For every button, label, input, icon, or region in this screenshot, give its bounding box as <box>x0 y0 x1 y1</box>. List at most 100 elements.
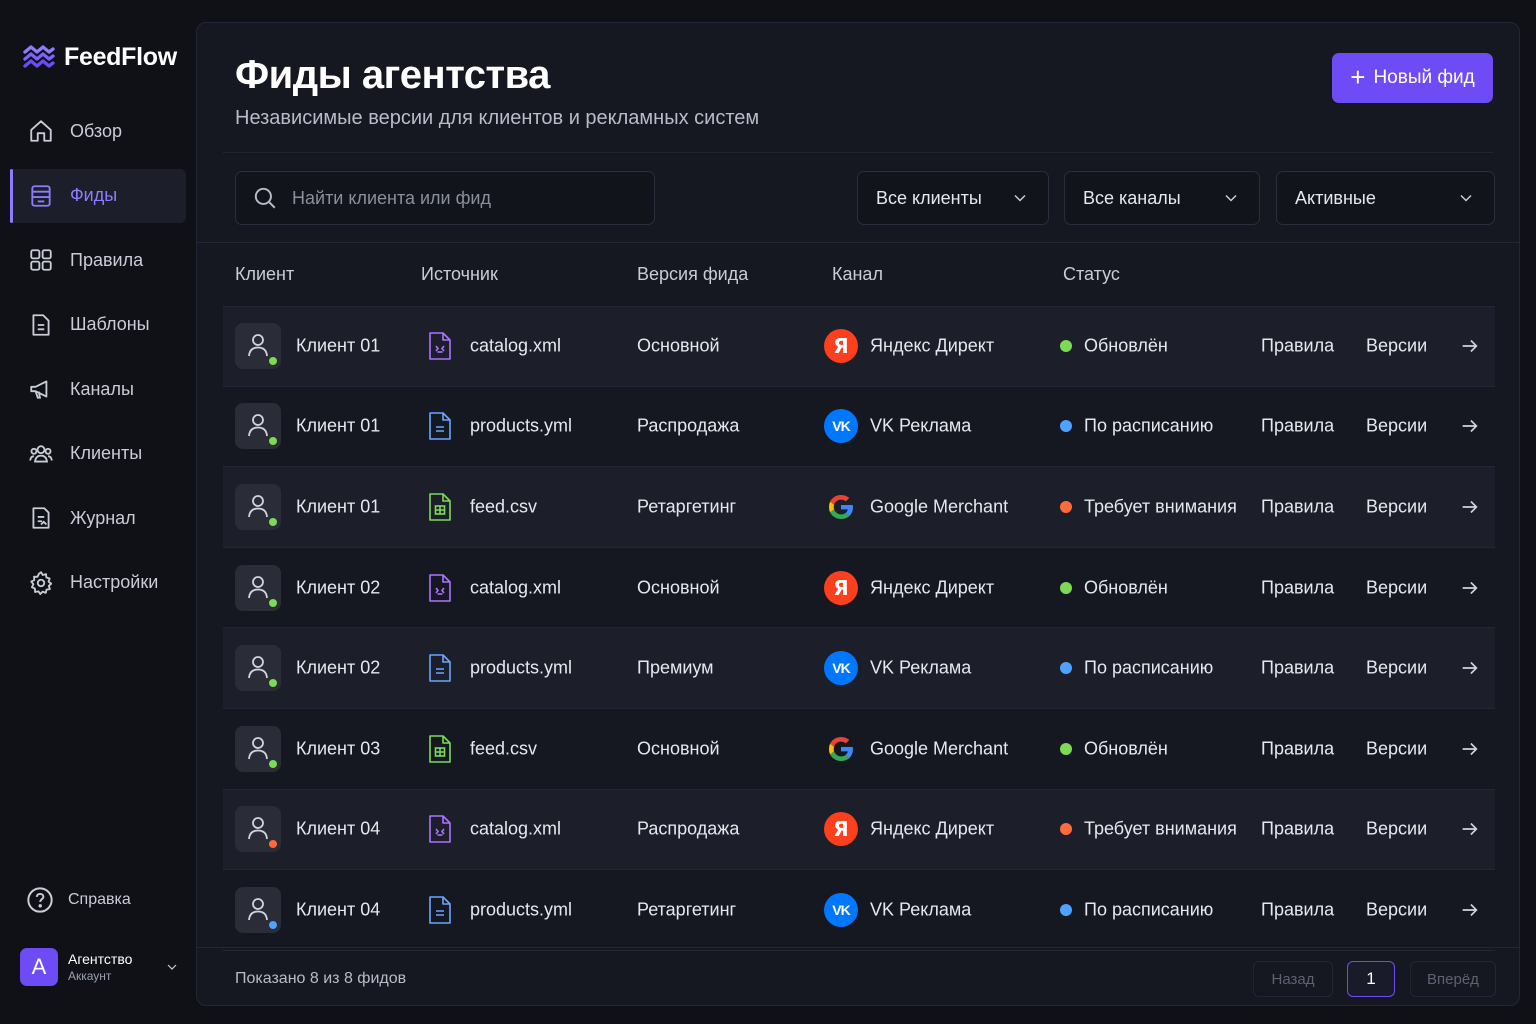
source-file-link[interactable]: catalog.xml <box>470 819 561 840</box>
prev-page-button[interactable]: Назад <box>1253 961 1333 997</box>
feed-version: Распродажа <box>637 818 740 839</box>
source-file-link[interactable]: feed.csv <box>470 738 537 759</box>
versions-link[interactable]: Версии <box>1366 738 1427 759</box>
client-avatar <box>235 806 281 853</box>
page-title: Фиды агентства <box>235 53 550 97</box>
search-box[interactable] <box>235 171 655 225</box>
new-feed-button[interactable]: + Новый фид <box>1332 53 1493 103</box>
channel-name: Google Merchant <box>870 738 1009 759</box>
source-file-link[interactable]: products.yml <box>470 899 572 920</box>
table-row[interactable]: Клиент 03 feed.csv Основной Google Merchant… <box>223 709 1495 790</box>
versions-link[interactable]: Версии <box>1366 577 1427 598</box>
account-switcher[interactable]: A Агентство Аккаунт <box>20 948 180 986</box>
rules-link[interactable]: Правила <box>1261 819 1334 840</box>
arrow-right-icon[interactable] <box>1459 496 1481 518</box>
account-info: Агентство Аккаунт <box>68 951 132 983</box>
rules-link[interactable]: Правила <box>1261 336 1334 357</box>
table-row[interactable]: Клиент 01 products.yml Распродажа VK VK Рекл… <box>223 387 1495 468</box>
client-name: Клиент 04 <box>296 818 381 839</box>
client-filter-select[interactable]: Все клиенты <box>857 171 1049 225</box>
channel-filter-select[interactable]: Все каналы <box>1064 171 1260 225</box>
help-link[interactable]: Справка <box>26 886 131 914</box>
search-input[interactable] <box>292 187 622 209</box>
table-row[interactable]: Клиент 04 products.yml Ретаргетинг VK VK Рек… <box>223 870 1495 951</box>
page-number-button[interactable]: 1 <box>1347 961 1395 997</box>
rules-link[interactable]: Правила <box>1261 416 1334 437</box>
next-page-button[interactable]: Вперёд <box>1410 961 1496 997</box>
feed-version: Основной <box>637 335 720 356</box>
sidebar-item-rules[interactable]: Правила <box>10 233 186 287</box>
column-header-channel: Канал <box>832 264 883 284</box>
status-filter-value: Активные <box>1295 187 1376 208</box>
new-feed-label: Новый фид <box>1373 67 1475 88</box>
plus-icon: + <box>1350 62 1366 92</box>
source-file-link[interactable]: feed.csv <box>470 496 537 517</box>
client-filter-value: Все клиенты <box>876 187 982 208</box>
sidebar-item-feeds[interactable]: Фиды <box>10 168 186 223</box>
app-logo[interactable]: FeedFlow <box>22 40 177 74</box>
source-file-link[interactable]: products.yml <box>470 658 572 679</box>
status-filter-select[interactable]: Активные <box>1276 171 1495 225</box>
status-dot <box>1060 340 1072 353</box>
table-row[interactable]: Клиент 01 catalog.xml Основной Я Яндекс Дире… <box>223 306 1495 387</box>
arrow-right-icon[interactable] <box>1459 577 1481 599</box>
status-dot <box>1060 903 1072 916</box>
rules-link[interactable]: Правила <box>1261 658 1334 679</box>
table-row[interactable]: Клиент 02 catalog.xml Основной Я Яндекс Дире… <box>223 548 1495 629</box>
sidebar-item-channels[interactable]: Каналы <box>10 362 186 416</box>
source-file-link[interactable]: products.yml <box>470 416 572 437</box>
versions-link[interactable]: Версии <box>1366 336 1427 357</box>
versions-link[interactable]: Версии <box>1366 819 1427 840</box>
table-row[interactable]: Клиент 04 catalog.xml Распродажа Я Яндекс Ди… <box>223 789 1495 871</box>
status-badge: Требует внимания <box>1084 496 1237 517</box>
sidebar-item-log[interactable]: Журнал <box>10 491 186 545</box>
rules-link[interactable]: Правила <box>1261 738 1334 759</box>
table-row[interactable]: Клиент 01 feed.csv Ретаргетинг Google Merch… <box>223 467 1495 548</box>
client-avatar <box>235 403 281 450</box>
versions-link[interactable]: Версии <box>1366 496 1427 517</box>
client-avatar <box>235 645 281 692</box>
feed-version: Основной <box>637 738 720 759</box>
client-name: Клиент 04 <box>296 899 381 920</box>
client-name: Клиент 01 <box>296 496 381 517</box>
file-yml-icon <box>427 411 453 441</box>
client-name: Клиент 02 <box>296 657 381 678</box>
status-dot <box>1060 581 1072 594</box>
client-status-dot <box>267 918 279 931</box>
versions-link[interactable]: Версии <box>1366 899 1427 920</box>
column-header-client: Клиент <box>235 264 295 284</box>
versions-link[interactable]: Версии <box>1366 416 1427 437</box>
arrow-right-icon[interactable] <box>1459 818 1481 840</box>
arrow-right-icon[interactable] <box>1459 415 1481 437</box>
versions-link[interactable]: Версии <box>1366 658 1427 679</box>
source-file-link[interactable]: catalog.xml <box>470 577 561 598</box>
table-row[interactable]: Клиент 02 products.yml Премиум VK VK Реклама… <box>223 628 1495 709</box>
arrow-right-icon[interactable] <box>1459 738 1481 760</box>
rules-link[interactable]: Правила <box>1261 496 1334 517</box>
status-badge: По расписанию <box>1084 899 1214 920</box>
client-status-dot <box>267 355 279 368</box>
status-badge: Обновлён <box>1084 738 1168 759</box>
vk-logo-icon: VK <box>824 892 858 927</box>
sidebar-item-overview[interactable]: Обзор <box>10 104 186 158</box>
account-subtitle: Аккаунт <box>68 969 112 983</box>
channel-name: VK Реклама <box>870 899 972 920</box>
rules-link[interactable]: Правила <box>1261 899 1334 920</box>
user-icon <box>248 334 268 357</box>
rules-link[interactable]: Правила <box>1261 577 1334 598</box>
status-badge: По расписанию <box>1084 415 1214 436</box>
arrow-right-icon[interactable] <box>1459 335 1481 357</box>
source-file-link[interactable]: catalog.xml <box>470 336 561 357</box>
user-icon <box>248 817 268 840</box>
sidebar-item-templates[interactable]: Шаблоны <box>10 298 186 352</box>
feed-version: Ретаргетинг <box>637 899 737 920</box>
feed-version: Премиум <box>637 657 714 678</box>
sidebar-item-label: Шаблоны <box>70 314 150 334</box>
account-name: Агентство <box>68 951 133 967</box>
client-name: Клиент 01 <box>296 415 381 436</box>
status-dot <box>1060 742 1072 755</box>
sidebar-item-clients[interactable]: Клиенты <box>10 427 186 481</box>
arrow-right-icon[interactable] <box>1459 899 1481 921</box>
arrow-right-icon[interactable] <box>1459 657 1481 679</box>
sidebar-item-settings[interactable]: Настройки <box>10 556 186 610</box>
